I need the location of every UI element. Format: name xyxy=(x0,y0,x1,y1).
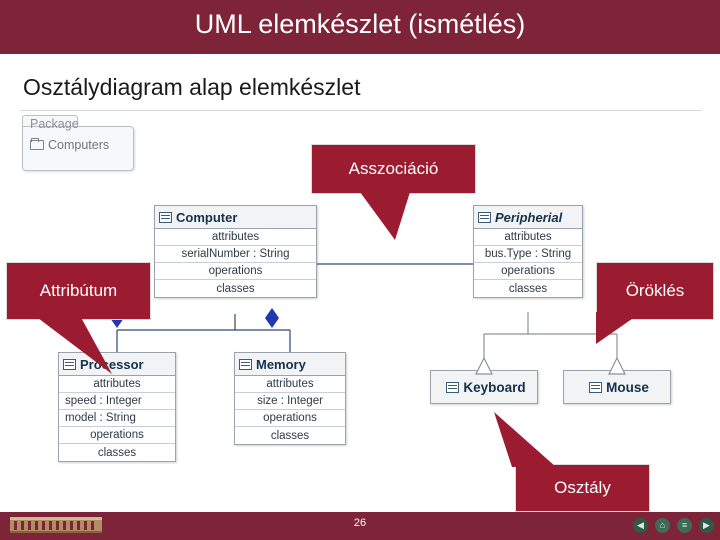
class-row: speed : Integer xyxy=(59,393,175,410)
subtitle-divider xyxy=(20,110,702,111)
callout-attributum[interactable]: Attribútum xyxy=(6,262,151,320)
class-row: classes xyxy=(59,444,175,461)
folder-icon xyxy=(30,137,44,150)
callout-label: Asszociáció xyxy=(348,159,439,178)
class-icon xyxy=(478,211,491,223)
class-row: operations xyxy=(474,263,582,280)
class-name-label: Mouse xyxy=(606,379,649,395)
class-title-computer: Computer xyxy=(155,206,316,229)
menu-button[interactable]: ≡ xyxy=(677,518,692,533)
class-row: operations xyxy=(235,410,345,427)
subtitle: Osztálydiagram alap elemkészlet xyxy=(23,74,361,100)
class-row: attributes xyxy=(59,376,175,393)
class-icon xyxy=(239,358,252,370)
class-title-mouse: Mouse xyxy=(564,371,670,403)
class-name-label: Peripherial xyxy=(495,209,563,225)
class-row: classes xyxy=(474,280,582,297)
class-name-label: Keyboard xyxy=(463,379,526,395)
package-label: Package xyxy=(30,117,79,131)
class-row: model : String xyxy=(59,410,175,427)
class-row: size : Integer xyxy=(235,393,345,410)
class-row: operations xyxy=(155,263,316,280)
callout-oroklés[interactable]: Öröklés xyxy=(596,262,714,320)
class-icon xyxy=(589,381,603,393)
package-item: Computers xyxy=(30,137,110,152)
class-box-processor: Processor attributes speed : Integer mod… xyxy=(58,352,176,462)
callout-label: Osztály xyxy=(554,478,611,497)
class-name-label: Computer xyxy=(176,209,238,225)
class-title-keyboard: Keyboard xyxy=(431,371,537,403)
callout-asszociacio[interactable]: Asszociáció xyxy=(311,144,476,194)
class-title-processor: Processor xyxy=(59,353,175,376)
callout-osztaly[interactable]: Osztály xyxy=(515,464,650,512)
class-box-computer: Computer attributes serialNumber : Strin… xyxy=(154,205,317,298)
package-item-label: Computers xyxy=(48,138,110,152)
class-box-peripherial: Peripherial attributes bus.Type : String… xyxy=(473,205,583,298)
class-row: attributes xyxy=(155,229,316,246)
next-slide-button[interactable]: ▶ xyxy=(699,518,714,533)
slide-navigation[interactable]: ◀ ⌂ ≡ ▶ xyxy=(633,518,714,533)
callout-label: Attribútum xyxy=(39,281,118,300)
callout-label: Öröklés xyxy=(625,281,685,300)
class-title-peripherial: Peripherial xyxy=(474,206,582,229)
class-icon xyxy=(446,381,460,393)
class-name-label: Memory xyxy=(256,356,306,372)
university-logo xyxy=(8,517,104,538)
class-box-mouse: Mouse xyxy=(563,370,671,404)
package-computers: Package Computers xyxy=(22,115,134,171)
class-row: attributes xyxy=(474,229,582,246)
class-title-memory: Memory xyxy=(235,353,345,376)
class-row: attributes xyxy=(235,376,345,393)
class-row: classes xyxy=(155,280,316,297)
class-box-memory: Memory attributes size : Integer operati… xyxy=(234,352,346,445)
class-row: classes xyxy=(235,427,345,444)
class-icon xyxy=(159,211,172,223)
class-row: operations xyxy=(59,427,175,444)
class-box-keyboard: Keyboard xyxy=(430,370,538,404)
slide: UML elemkészlet (ismétlés) Osztálydiagra… xyxy=(0,0,720,540)
prev-slide-button[interactable]: ◀ xyxy=(633,518,648,533)
class-row: serialNumber : String xyxy=(155,246,316,263)
page-number: 26 xyxy=(353,517,367,529)
class-row: bus.Type : String xyxy=(474,246,582,263)
diagram-canvas: Package Computers Computer attributes se… xyxy=(0,112,720,512)
class-icon xyxy=(63,358,76,370)
page-title: UML elemkészlet (ismétlés) xyxy=(194,9,526,39)
home-button[interactable]: ⌂ xyxy=(655,518,670,533)
class-name-label: Processor xyxy=(80,356,144,372)
